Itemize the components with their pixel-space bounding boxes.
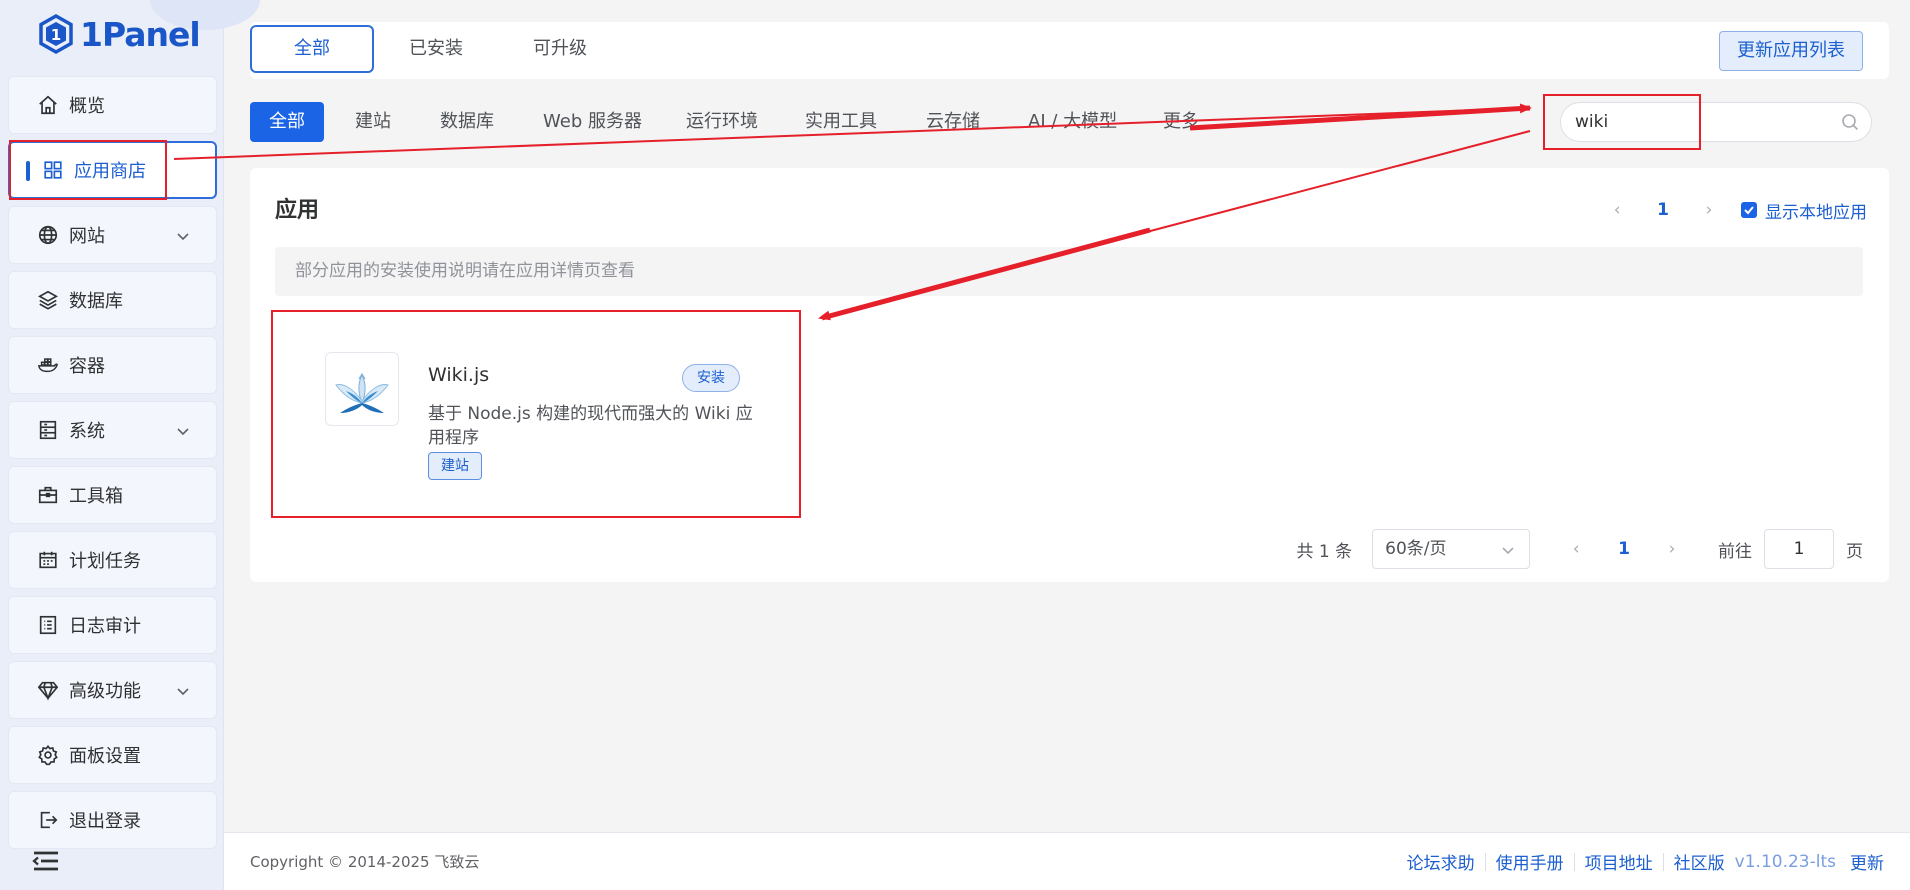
sidebar-item-label: 系统 (69, 421, 105, 442)
version-text: v1.10.23-lts (1734, 851, 1836, 872)
sidebar-item-cron[interactable]: 计划任务 (8, 531, 217, 589)
page-size-select[interactable]: 60条/页 (1372, 529, 1531, 569)
chevron-down-icon (177, 428, 189, 436)
brand-name: 1Panel (80, 14, 201, 54)
tab-installed[interactable]: 已安装 (374, 25, 498, 73)
sidebar-item-label: 数据库 (69, 291, 123, 312)
next-page-icon[interactable]: › (1699, 200, 1719, 220)
category-web-server[interactable]: Web 服务器 (543, 102, 642, 142)
footer-links: 论坛求助 使用手册 项目地址 社区版 v1.10.23-lts 更新 (1397, 849, 1884, 875)
project-link[interactable]: 项目地址 (1575, 849, 1663, 874)
copyright-text: Copyright © 2014-2025 飞致云 (250, 853, 480, 871)
top-pagination: ‹ 1 › 显示本地应用 (1607, 198, 1867, 223)
arrow-to-search-bold (1189, 105, 1531, 131)
log-icon (37, 614, 59, 636)
toolbox-icon (37, 484, 59, 506)
sidebar-item-label: 面板设置 (69, 746, 141, 767)
search-icon[interactable] (1841, 113, 1859, 131)
goto-label: 前往 (1718, 541, 1752, 562)
sidebar-item-label: 计划任务 (69, 551, 141, 572)
sidebar-item-container[interactable]: 容器 (8, 336, 217, 394)
layers-icon (37, 289, 59, 311)
category-website[interactable]: 建站 (355, 102, 391, 142)
home-icon (37, 94, 59, 116)
show-local-checkbox[interactable] (1741, 202, 1757, 218)
calendar-icon (37, 549, 59, 571)
edition-link[interactable]: 社区版 (1664, 849, 1735, 874)
section-title: 应用 (275, 198, 320, 223)
svg-text:1: 1 (51, 26, 61, 44)
sidebar-item-overview[interactable]: 概览 (8, 76, 217, 134)
page-size-value: 60条/页 (1385, 539, 1447, 559)
install-notice: 部分应用的安装使用说明请在应用详情页查看 (275, 247, 1863, 296)
current-page[interactable]: 1 (1618, 539, 1630, 559)
update-link[interactable]: 更新 (1840, 849, 1884, 874)
highlight-box-app-card (271, 310, 801, 518)
refresh-app-list-button[interactable]: 更新应用列表 (1719, 31, 1863, 71)
show-local-label[interactable]: 显示本地应用 (1765, 198, 1867, 223)
sidebar-item-log-audit[interactable]: 日志审计 (8, 596, 217, 654)
collapse-menu-icon[interactable] (32, 850, 60, 872)
1panel-logo-icon: 1 (39, 14, 73, 54)
prev-page-icon[interactable]: ‹ (1566, 539, 1586, 559)
category-cloud-storage[interactable]: 云存储 (926, 102, 980, 142)
sidebar-item-label: 工具箱 (69, 486, 123, 507)
sidebar-item-label: 日志审计 (69, 616, 141, 637)
highlight-box-app-store (9, 140, 167, 200)
manual-link[interactable]: 使用手册 (1486, 849, 1574, 874)
sidebar-item-label: 概览 (69, 96, 105, 117)
sidebar-item-label: 高级功能 (69, 681, 141, 702)
diamond-icon (37, 679, 59, 701)
bottom-pagination: 共 1 条 60条/页 ‹ 1 › 前往 1 页 (1297, 528, 1863, 570)
sidebar-item-website[interactable]: 网站 (8, 206, 217, 264)
goto-page-input[interactable]: 1 (1764, 529, 1834, 569)
total-count: 共 1 条 (1296, 541, 1353, 562)
check-icon (1744, 206, 1754, 215)
sidebar-item-label: 网站 (69, 226, 105, 247)
prev-page-icon[interactable]: ‹ (1607, 200, 1627, 220)
sidebar-item-toolbox[interactable]: 工具箱 (8, 466, 217, 524)
sidebar-item-database[interactable]: 数据库 (8, 271, 217, 329)
category-database[interactable]: 数据库 (440, 102, 494, 142)
gear-icon (37, 744, 59, 766)
globe-icon (37, 224, 59, 246)
category-utilities[interactable]: 实用工具 (805, 102, 877, 142)
category-ai-llm[interactable]: AI / 大模型 (1028, 102, 1117, 142)
app-filter-card: 全部 已安装 可升级 更新应用列表 (250, 22, 1889, 79)
sidebar-item-settings[interactable]: 面板设置 (8, 726, 217, 784)
footer: Copyright © 2014-2025 飞致云 论坛求助 使用手册 项目地址… (224, 832, 1910, 890)
sidebar-item-label: 退出登录 (69, 811, 141, 832)
sidebar-item-label: 容器 (69, 356, 105, 377)
page-suffix: 页 (1846, 541, 1863, 562)
highlight-box-search (1543, 94, 1701, 150)
tab-all[interactable]: 全部 (250, 25, 374, 73)
next-page-icon[interactable]: › (1662, 539, 1682, 559)
sidebar: 1 1Panel 概览 应用商店 网站 数据库 容器 系统 工具箱 计划任务 日… (0, 0, 260, 890)
category-all[interactable]: 全部 (250, 102, 324, 142)
server-icon (37, 419, 59, 441)
current-page[interactable]: 1 (1657, 200, 1669, 220)
forum-link[interactable]: 论坛求助 (1397, 849, 1485, 874)
sidebar-item-system[interactable]: 系统 (8, 401, 217, 459)
tab-upgradable[interactable]: 可升级 (498, 25, 622, 73)
sidebar-item-logout[interactable]: 退出登录 (8, 791, 217, 849)
sidebar-item-advanced[interactable]: 高级功能 (8, 661, 217, 719)
chevron-down-icon (177, 233, 189, 241)
logout-icon (37, 809, 59, 831)
category-runtime[interactable]: 运行环境 (686, 102, 758, 142)
chevron-down-icon (1502, 547, 1514, 555)
category-more[interactable]: 更多 (1163, 102, 1199, 142)
chevron-down-icon (177, 688, 189, 696)
brand-logo[interactable]: 1 1Panel (38, 12, 201, 56)
docker-icon (37, 354, 59, 376)
